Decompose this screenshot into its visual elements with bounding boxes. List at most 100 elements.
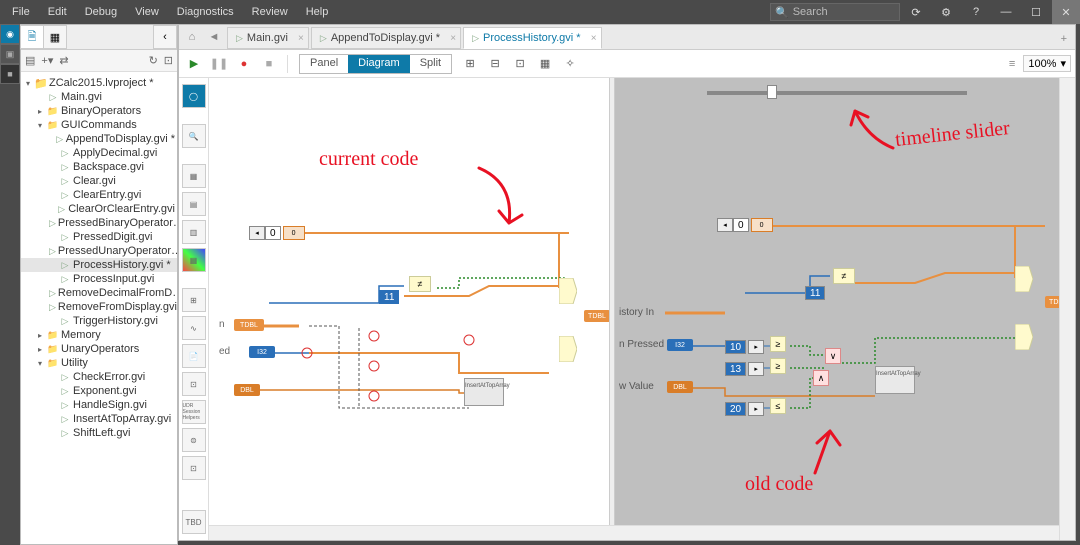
or-node[interactable]: ∨ <box>825 348 841 364</box>
menu-review[interactable]: Review <box>244 3 296 21</box>
tree-item[interactable]: ▷ShiftLeft.gvi <box>21 426 177 440</box>
project-tree[interactable]: ▾📁 ZCalc2015.lvproject * ▷Main.gvi▸📁Bina… <box>21 72 177 543</box>
add-tab-button[interactable]: + <box>1053 29 1075 49</box>
tree-item[interactable]: ▷CheckError.gvi <box>21 370 177 384</box>
tree-item[interactable]: ▷InsertAtTopArray.gvi <box>21 412 177 426</box>
palette-item[interactable]: ⊜ <box>182 428 206 452</box>
vertical-scrollbar[interactable] <box>1059 78 1075 540</box>
tree-item[interactable]: ▷AppendToDisplay.gvi * <box>21 132 177 146</box>
nav-panel-icon[interactable]: ■ <box>0 64 20 84</box>
compare-ge-node[interactable]: ≥ <box>770 358 786 374</box>
menu-view[interactable]: View <box>127 3 167 21</box>
select-node[interactable] <box>1015 266 1033 292</box>
palette-item[interactable]: ▦ <box>182 248 206 272</box>
maximize-button[interactable]: ☐ <box>1022 0 1050 24</box>
gear-icon[interactable]: ⚙ <box>932 0 960 24</box>
palette-search-icon[interactable]: 🔍 <box>182 124 206 148</box>
collapse-panel-icon[interactable]: ‹ <box>153 25 177 49</box>
minimize-button[interactable]: — <box>992 0 1020 24</box>
document-tab[interactable]: ▷Main.gvi× <box>227 27 309 49</box>
tree-root[interactable]: ▾📁 ZCalc2015.lvproject * <box>21 76 177 90</box>
project-tab-other-icon[interactable]: ▦ <box>43 25 67 49</box>
select-node[interactable] <box>559 278 577 304</box>
diagram-canvas-old[interactable]: ◂00 11 10▸ 13▸ 20▸ ≠ ≥ ≥ ≤ ∨ ∧ TDBL I32 … <box>615 78 1059 540</box>
tree-item[interactable]: ▸📁UnaryOperators <box>21 342 177 356</box>
record-button[interactable]: ● <box>233 53 255 75</box>
palette-item[interactable]: ⊡ <box>182 456 206 480</box>
tree-item[interactable]: ▷Clear.gvi <box>21 174 177 188</box>
diagram-canvas-current[interactable]: ◂00 11 ≠ TDBL TDBL I32 DBL InsertAtTopAr… <box>209 78 609 540</box>
palette-item[interactable]: ▦ <box>182 164 206 188</box>
tree-item[interactable]: ▷PressedUnaryOperator… <box>21 244 177 258</box>
palette-item[interactable]: ⊞ <box>182 288 206 312</box>
terminal-tdbl[interactable]: TDBL <box>1045 296 1059 308</box>
document-tab[interactable]: ▷AppendToDisplay.gvi *× <box>311 27 461 49</box>
tree-item[interactable]: ▷Backspace.gvi <box>21 160 177 174</box>
terminal-i32[interactable]: I32 <box>249 346 275 358</box>
search-box[interactable]: 🔍 Search <box>770 3 900 21</box>
pause-button[interactable]: ❚❚ <box>208 53 230 75</box>
numeric-constant[interactable]: ◂00 <box>247 226 305 240</box>
group-icon[interactable]: ▦ <box>534 53 556 75</box>
tree-item[interactable]: ▾📁Utility <box>21 356 177 370</box>
menu-help[interactable]: Help <box>298 3 337 21</box>
refresh-icon[interactable]: ↻ <box>149 54 158 67</box>
view-panel[interactable]: Panel <box>300 55 348 73</box>
horizontal-scrollbar[interactable] <box>209 525 1059 540</box>
tree-item[interactable]: ▾📁GUICommands <box>21 118 177 132</box>
palette-item[interactable]: ▥ <box>182 220 206 244</box>
select-node[interactable] <box>1015 324 1033 350</box>
cleanup-icon[interactable]: ✧ <box>559 53 581 75</box>
palette-item[interactable]: ⊡ <box>182 372 206 396</box>
align-left-icon[interactable]: ⊞ <box>459 53 481 75</box>
tree-item[interactable]: ▷ApplyDecimal.gvi <box>21 146 177 160</box>
stop-button[interactable]: ■ <box>258 53 280 75</box>
tree-item[interactable]: ▷Exponent.gvi <box>21 384 177 398</box>
tree-item[interactable]: ▸📁Memory <box>21 328 177 342</box>
compare-node[interactable]: ≠ <box>409 276 431 292</box>
add-icon[interactable]: +▾ <box>41 54 53 67</box>
nav-home-icon[interactable]: ⌂ <box>181 27 203 47</box>
align-top-icon[interactable]: ⊟ <box>484 53 506 75</box>
numeric-constant[interactable]: 11 <box>379 290 399 304</box>
zoom-selector[interactable]: 100%▾ <box>1023 55 1071 72</box>
tree-item[interactable]: ▸📁BinaryOperators <box>21 104 177 118</box>
document-tab[interactable]: ▷ProcessHistory.gvi *× <box>463 27 602 49</box>
sync-icon[interactable]: ⟳ <box>902 0 930 24</box>
palette-item[interactable]: 📄 <box>182 344 206 368</box>
terminal-dbl[interactable]: DBL <box>667 381 693 393</box>
numeric-constant[interactable]: ◂00 <box>715 218 773 232</box>
link-icon[interactable]: ⇄ <box>59 54 68 67</box>
menu-diagnostics[interactable]: Diagnostics <box>169 3 242 21</box>
terminal-tdbl[interactable]: TDBL <box>584 310 609 322</box>
nav-files-icon[interactable]: ▣ <box>0 44 20 64</box>
ruler-icon[interactable]: ≡ <box>1009 58 1015 70</box>
compare-le-node[interactable]: ≤ <box>770 398 786 414</box>
compare-ge-node[interactable]: ≥ <box>770 336 786 352</box>
tree-item[interactable]: ▷Main.gvi <box>21 90 177 104</box>
tree-item[interactable]: ▷ProcessInput.gvi <box>21 272 177 286</box>
menu-debug[interactable]: Debug <box>77 3 125 21</box>
palette-item[interactable]: ∿ <box>182 316 206 340</box>
subvi-insertattoparray[interactable]: InsertAtTopArray <box>875 366 915 394</box>
settings-icon[interactable]: ⊡ <box>164 54 173 67</box>
close-tab-icon[interactable]: × <box>591 33 597 44</box>
tree-item[interactable]: ▷TriggerHistory.gvi <box>21 314 177 328</box>
filter-icon[interactable]: ▤ <box>25 54 35 67</box>
view-split[interactable]: Split <box>410 55 451 73</box>
palette-udr[interactable]: UDR Session Helpers <box>182 400 206 424</box>
tree-item[interactable]: ▷RemoveFromDisplay.gvi <box>21 300 177 314</box>
nav-project-icon[interactable]: ◉ <box>0 24 20 44</box>
help-icon[interactable]: ? <box>962 0 990 24</box>
terminal-dbl[interactable]: DBL <box>234 384 260 396</box>
project-tab-files-icon[interactable]: 🗎 <box>20 25 44 49</box>
tree-item[interactable]: ▷PressedBinaryOperator… <box>21 216 177 230</box>
distribute-icon[interactable]: ⊡ <box>509 53 531 75</box>
menu-file[interactable]: File <box>4 3 38 21</box>
close-button[interactable]: ✕ <box>1052 0 1080 24</box>
palette-tbd[interactable]: TBD <box>182 510 206 534</box>
run-button[interactable]: ▶ <box>183 53 205 75</box>
terminal-tdbl[interactable]: TDBL <box>234 319 264 331</box>
compare-node[interactable]: ≠ <box>833 268 855 284</box>
menu-edit[interactable]: Edit <box>40 3 75 21</box>
